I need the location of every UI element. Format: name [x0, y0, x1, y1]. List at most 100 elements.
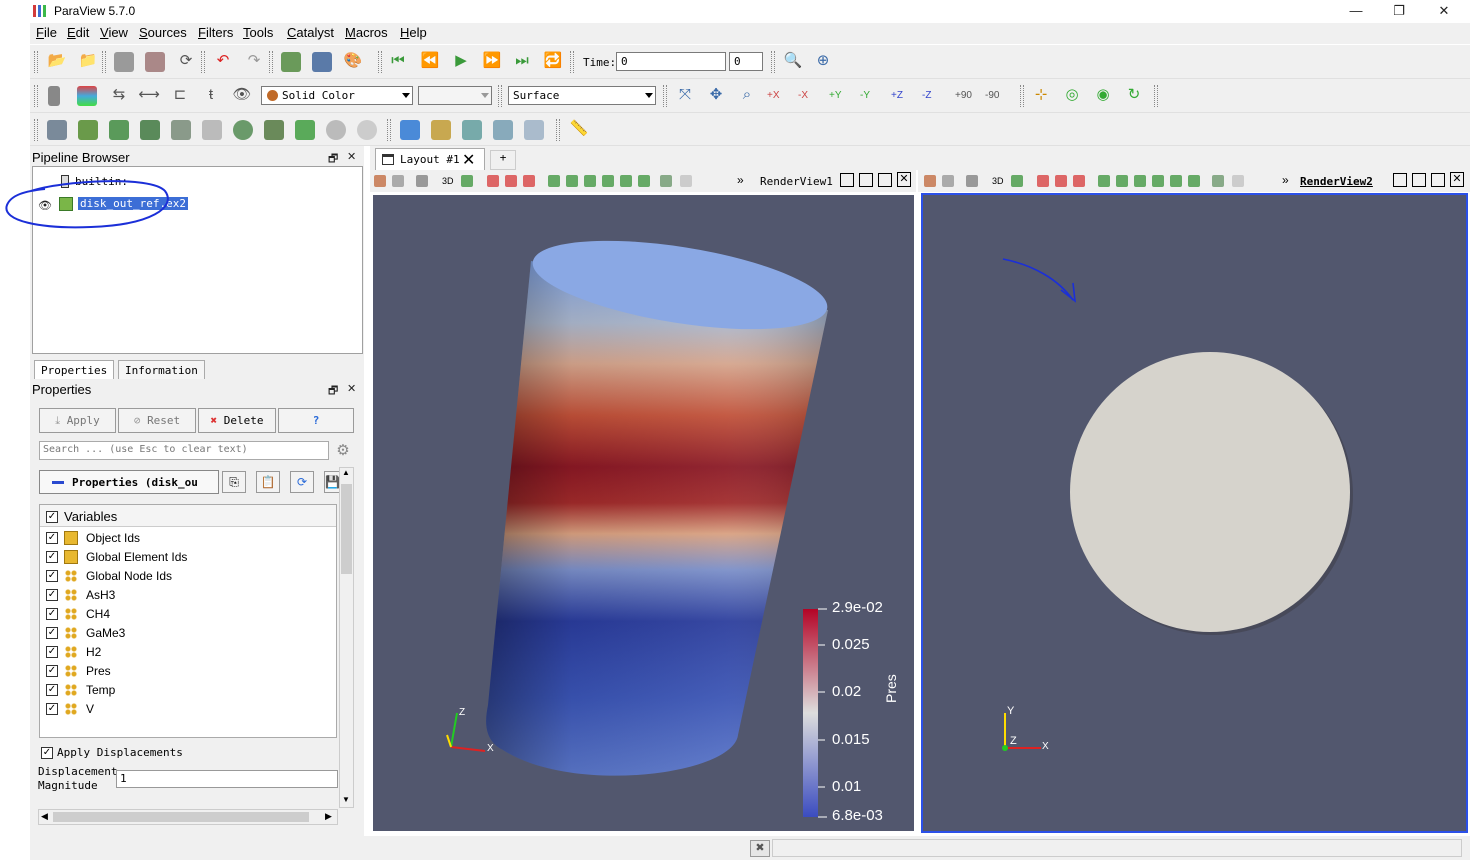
view-plus-y-button[interactable]: +Y [829, 90, 842, 101]
histogram-icon[interactable] [493, 120, 513, 140]
hover-points-icon[interactable] [584, 175, 596, 187]
menu-macros[interactable]: Macros [345, 25, 388, 40]
hover-points-icon[interactable] [1134, 175, 1146, 187]
capture-icon[interactable] [416, 175, 428, 187]
toggle-3d-button[interactable]: 3D [992, 176, 1004, 186]
close-button[interactable]: ✕ [1421, 2, 1467, 20]
save-state-icon[interactable] [281, 52, 301, 72]
next-frame-icon[interactable]: ⏩ [481, 51, 503, 73]
apply-button[interactable]: ⤓ Apply [39, 408, 116, 433]
properties-section-header[interactable]: Properties (disk_ou [39, 470, 219, 494]
variable-row[interactable]: ✓ V [40, 700, 336, 719]
view-minus-x-button[interactable]: -X [798, 90, 808, 101]
first-frame-icon[interactable]: ⏮ [387, 51, 409, 73]
restore-defaults-button[interactable]: ⟳ [290, 471, 314, 493]
capture-icon[interactable] [966, 175, 978, 187]
palette-icon[interactable]: 🎨 [342, 51, 364, 73]
group-datasets-icon[interactable] [326, 120, 346, 140]
toolbar-handle[interactable] [378, 51, 382, 73]
view1-name[interactable]: RenderView1 [760, 175, 833, 188]
time-input[interactable]: 0 [616, 52, 726, 71]
variable-checkbox[interactable]: ✓ [46, 608, 58, 620]
variables-select-all-checkbox[interactable]: ✓ [46, 511, 58, 523]
view-tool-icon[interactable] [924, 175, 936, 187]
contour-icon[interactable] [78, 120, 98, 140]
tab-information[interactable]: Information [118, 360, 205, 379]
warp-vector-icon[interactable] [295, 120, 315, 140]
toolbar-handle[interactable] [556, 119, 560, 141]
close-panel-button[interactable]: ✕ [347, 150, 356, 163]
spreadsheet-query-icon[interactable]: ⊕ [812, 51, 834, 73]
variable-row[interactable]: ✓ Pres [40, 662, 336, 681]
gear-icon[interactable]: ⚙ [333, 441, 353, 461]
tab-properties[interactable]: Properties [34, 360, 115, 379]
scroll-up-icon[interactable]: ▲ [342, 468, 350, 477]
component-select[interactable] [418, 86, 492, 105]
view-tool-icon[interactable] [942, 175, 954, 187]
toolbar-handle[interactable] [34, 85, 38, 107]
variable-checkbox[interactable]: ✓ [46, 627, 58, 639]
extract-subset-icon[interactable] [202, 120, 222, 140]
menu-file[interactable]: File [36, 25, 57, 40]
view-minus-z-button[interactable]: -Z [922, 90, 931, 101]
menu-view[interactable]: View [100, 25, 128, 40]
toolbar-handle[interactable] [663, 85, 667, 107]
displacement-magnitude-input[interactable]: 1 [116, 770, 338, 788]
probe-icon[interactable] [680, 175, 692, 187]
clear-selection-icon[interactable] [638, 175, 650, 187]
view-minus-y-button[interactable]: -Y [860, 90, 870, 101]
interactive-select-icon[interactable] [524, 120, 544, 140]
calculator-icon[interactable] [47, 120, 67, 140]
color-by-select[interactable]: Solid Color [261, 86, 413, 105]
variable-row[interactable]: ✓ Global Element Ids [40, 548, 336, 567]
threshold-icon[interactable] [171, 120, 191, 140]
split-vertical-icon[interactable] [1412, 173, 1426, 187]
apply-displacements-checkbox[interactable]: ✓ [41, 747, 53, 759]
layout-tab[interactable]: Layout #1 ✕ [375, 148, 485, 170]
toolbar-handle[interactable] [1020, 85, 1024, 107]
variable-row[interactable]: ✓ Object Ids [40, 529, 336, 548]
stream-tracer-icon[interactable] [264, 120, 284, 140]
select-cells-on-icon[interactable] [400, 120, 420, 140]
save-defaults-button[interactable]: 💾 [324, 471, 340, 493]
menu-tools[interactable]: Tools [243, 25, 273, 40]
rescale-custom-icon[interactable]: ⟷ [138, 85, 160, 107]
select-block-icon[interactable] [1098, 175, 1110, 187]
close-tab-icon[interactable]: ✕ [462, 150, 475, 170]
variable-row[interactable]: ✓ AsH3 [40, 586, 336, 605]
variable-row[interactable]: ✓ H2 [40, 643, 336, 662]
toolbar-handle[interactable] [34, 51, 38, 73]
rotate-minus-90-button[interactable]: -90 [985, 90, 999, 101]
pick-center-icon[interactable]: ◎ [1061, 85, 1083, 107]
ruler-icon[interactable]: 📏 [568, 119, 590, 141]
variable-checkbox[interactable]: ✓ [46, 589, 58, 601]
view-tool-icon[interactable] [374, 175, 386, 187]
variable-row[interactable]: ✓ Global Node Ids [40, 567, 336, 586]
maximize-view-icon[interactable] [1431, 173, 1445, 187]
render-view-2[interactable]: Y Z X [921, 193, 1468, 833]
probe-icon[interactable] [1232, 175, 1244, 187]
interactive-select-icon[interactable] [566, 175, 578, 187]
plot-over-line-icon[interactable] [462, 120, 482, 140]
play-icon[interactable]: ▶ [450, 51, 472, 73]
reset-range-icon[interactable]: ⇆ [108, 85, 130, 107]
screenshot-icon[interactable] [312, 52, 332, 72]
rescale-temporal-icon[interactable]: ŧ [200, 85, 222, 107]
view-tool-icon[interactable] [392, 175, 404, 187]
close-view-icon[interactable]: ✕ [897, 172, 911, 187]
toolbar-handle[interactable] [771, 51, 775, 73]
view-plus-x-button[interactable]: +X [767, 90, 780, 101]
paste-properties-button[interactable]: 📋 [256, 471, 280, 493]
grow-selection-icon[interactable] [602, 175, 614, 187]
minimize-button[interactable]: — [1333, 2, 1379, 20]
properties-horizontal-scrollbar[interactable]: ◀ ▶ [38, 809, 338, 825]
connect-icon[interactable] [114, 52, 134, 72]
view-toolbar-overflow[interactable]: » [737, 173, 744, 187]
copy-properties-button[interactable]: ⎘ [222, 471, 246, 493]
redo-icon[interactable]: ↷ [243, 51, 265, 73]
menu-edit[interactable]: Edit [67, 25, 89, 40]
undo-icon[interactable]: ↶ [212, 51, 234, 73]
select-points-on-icon[interactable] [431, 120, 451, 140]
extract-level-icon[interactable] [357, 120, 377, 140]
rotation-center-icon[interactable]: ↻ [1123, 85, 1145, 107]
